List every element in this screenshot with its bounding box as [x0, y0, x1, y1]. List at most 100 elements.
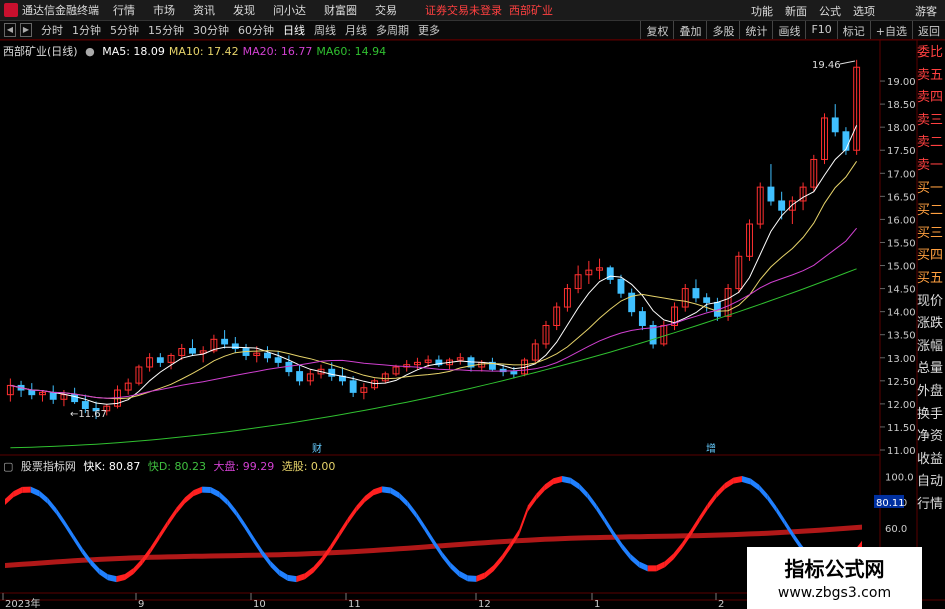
oscillator-segment [5, 491, 14, 505]
sidebar-item[interactable]: 买四 [917, 245, 945, 268]
oscillator-segment [519, 505, 528, 536]
candle-body [81, 401, 89, 409]
oscillator-segment [219, 491, 228, 506]
oscillator-segment [133, 558, 143, 575]
fast-k-value: 快K: 80.87 [83, 460, 141, 473]
sidebar-item[interactable]: 卖一 [917, 155, 945, 178]
price-tick-label: 12.50 [887, 377, 916, 388]
oscillator-segment [13, 486, 23, 498]
candle-body [692, 288, 700, 299]
sidebar-item[interactable]: 涨幅 [917, 336, 945, 359]
oscillator-segment [579, 483, 588, 499]
low-price-label: ←11.67 [70, 409, 107, 420]
sidebar-item[interactable]: 总量 [917, 358, 945, 381]
quote-sidebar: 委比 卖五 卖四 卖三 卖二 卖一 买一 买二 买三 买四 买五 现价 涨跌 涨幅 总量 外盘 换手 净资 收益 自动… [917, 42, 945, 512]
candle-body [831, 117, 839, 133]
candle-body [703, 297, 711, 303]
price-tick-label: 17.50 [887, 146, 916, 157]
oscillator-segment [716, 483, 725, 498]
indicator-name[interactable]: 股票指标网 [21, 460, 76, 473]
market-value: 大盘: 99.29 [213, 460, 275, 473]
candle-body [28, 389, 36, 396]
candle-body [231, 343, 239, 350]
oscillator-segment [604, 517, 614, 537]
sidebar-item[interactable]: 自动 [917, 471, 945, 494]
oscillator-segment [176, 497, 185, 514]
price-tick-label: 19.00 [887, 77, 916, 88]
oscillator-segment [39, 490, 48, 504]
candle-body [638, 311, 646, 326]
sidebar-item[interactable]: 买一 [917, 178, 945, 201]
oscillator-segment [22, 486, 31, 493]
sidebar-item[interactable]: 行情 [917, 494, 945, 517]
oscillator-segment [759, 484, 768, 501]
oscillator-segment [407, 501, 417, 519]
price-tick-label: 13.00 [887, 354, 916, 365]
price-tick-label: 14.00 [887, 308, 916, 319]
oscillator-segment [356, 495, 365, 512]
oscillator-segment [742, 476, 751, 485]
oscillator-segment [210, 487, 220, 498]
sidebar-item[interactable]: 买三 [917, 223, 945, 246]
oscillator-segment [647, 565, 657, 572]
price-tick-label: 16.50 [887, 192, 916, 203]
high-price-pointer [839, 60, 856, 65]
event-marker-2: 增 [706, 442, 716, 455]
sidebar-item[interactable]: 现价 [917, 291, 945, 314]
price-tick-label: 16.00 [887, 215, 916, 226]
oscillator-segment [107, 574, 117, 583]
sidebar-item[interactable]: 外盘 [917, 381, 945, 404]
oscillator-segment [596, 504, 605, 524]
oscillator-segment [116, 574, 125, 583]
sidebar-item[interactable]: 买五 [917, 268, 945, 291]
oscillator-segment [73, 534, 83, 554]
sidebar-item[interactable]: 卖五 [917, 65, 945, 88]
oscillator-segment [536, 484, 545, 500]
oscillator-segment [279, 569, 288, 581]
oscillator-segment [622, 543, 631, 560]
date-tick-label: 12 [478, 599, 491, 609]
oscillator-segment [767, 494, 777, 513]
oscillator-segment [484, 565, 494, 579]
oscillator-segment [304, 566, 314, 580]
oscillator-segment [450, 562, 460, 577]
sidebar-item[interactable]: 换手 [917, 404, 945, 427]
sidebar-item[interactable]: 净资 [917, 426, 945, 449]
sidebar-item[interactable]: 涨跌 [917, 313, 945, 336]
candle-body [49, 391, 57, 400]
oscillator-segment [382, 486, 391, 494]
oscillator-segment [467, 575, 477, 582]
candle-body [349, 380, 357, 393]
date-tick-label: 1 [594, 599, 600, 609]
price-tick-label: 15.50 [887, 238, 916, 249]
sidebar-item[interactable]: 卖二 [917, 132, 945, 155]
oscillator-segment [707, 491, 717, 510]
sidebar-item[interactable]: 卖四 [917, 87, 945, 110]
oscillator-segment [64, 520, 74, 541]
oscillator-segment [202, 486, 211, 494]
oscillator-segment [287, 574, 297, 583]
sidebar-item[interactable]: 委比 [917, 42, 945, 65]
candle-body [778, 200, 786, 211]
price-tick-label: 11.50 [887, 423, 916, 434]
oscillator-segment [390, 487, 400, 499]
indicator-legend: ▢ 股票指标网 快K: 80.87 快D: 80.23 大盘: 99.29 选股… [3, 458, 339, 474]
pick-value: 选股: 0.00 [281, 460, 336, 473]
oscillator-segment [699, 503, 708, 523]
oscillator-segment [124, 568, 134, 581]
oscillator-segment [776, 506, 785, 526]
indicator-current-value: 80.11 [876, 498, 905, 509]
sidebar-item[interactable]: 卖三 [917, 110, 945, 133]
sidebar-item[interactable]: 收益 [917, 449, 945, 472]
date-tick-label: 9 [138, 599, 144, 609]
oscillator-segment [193, 486, 203, 497]
oscillator-segment [733, 476, 743, 484]
price-tick-label: 18.50 [887, 100, 916, 111]
sidebar-item[interactable]: 买二 [917, 200, 945, 223]
candle-body [156, 357, 164, 363]
oscillator-segment [630, 553, 640, 568]
oscillator-segment [682, 530, 691, 549]
oscillator-segment [330, 531, 340, 551]
oscillator-segment [416, 512, 425, 532]
oscillator-segment [296, 573, 305, 583]
